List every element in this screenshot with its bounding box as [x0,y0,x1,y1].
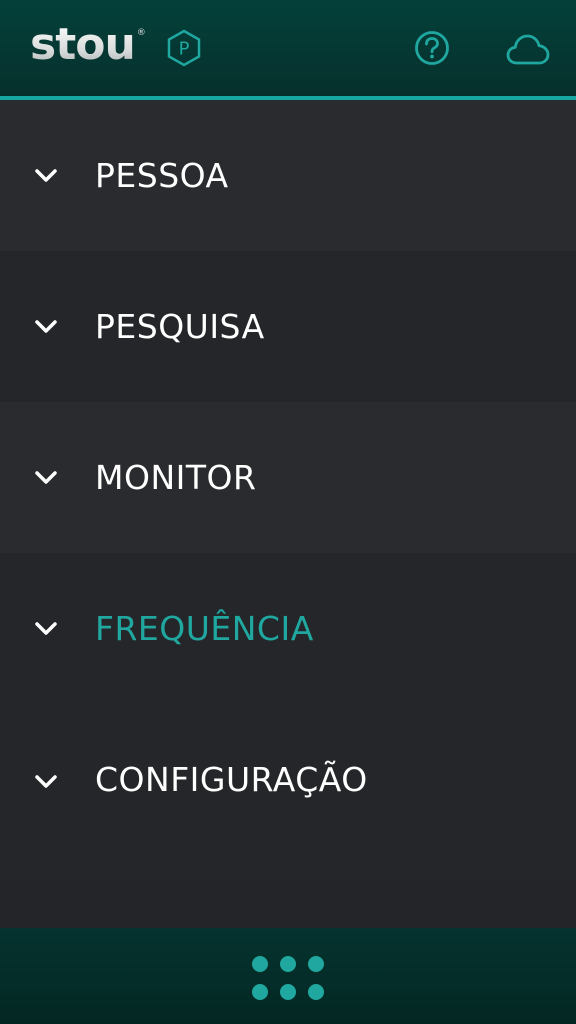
chevron-down-icon [35,775,57,788]
menu-item-label: PESQUISA [95,307,265,346]
menu-item-frequencia[interactable]: FREQUÊNCIA [0,553,576,704]
plan-badge-letter: P [179,39,190,60]
cloud-icon[interactable] [506,32,550,66]
bottom-bar [0,928,576,1024]
menu-item-label: PESSOA [95,156,229,195]
chevron-down-icon [35,169,57,182]
chevron-down-icon [35,471,57,484]
stou-logo: stou ® [30,20,146,70]
logo-text: stou [30,19,136,70]
menu-item-pesquisa[interactable]: PESQUISA [0,251,576,402]
apps-grid-icon[interactable] [250,955,326,1001]
menu-item-monitor[interactable]: MONITOR [0,402,576,553]
menu-item-label: CONFIGURAÇÃO [95,760,368,799]
header-bar: stou ® P [0,0,576,97]
help-icon[interactable] [414,30,450,66]
app-root: stou ® P PESSOA PESQUISA MONITOR FREQUÊN… [0,0,576,1024]
chevron-down-icon [35,320,57,333]
logo-registered-mark: ® [136,28,146,38]
chevron-down-icon [35,622,57,635]
menu-item-pessoa[interactable]: PESSOA [0,100,576,251]
main-menu: PESSOA PESQUISA MONITOR FREQUÊNCIA CONFI [0,100,576,879]
menu-item-label: FREQUÊNCIA [95,609,314,648]
menu-item-label: MONITOR [95,458,257,497]
plan-badge-icon[interactable]: P [166,29,202,67]
menu-item-configuracao[interactable]: CONFIGURAÇÃO [0,704,576,879]
